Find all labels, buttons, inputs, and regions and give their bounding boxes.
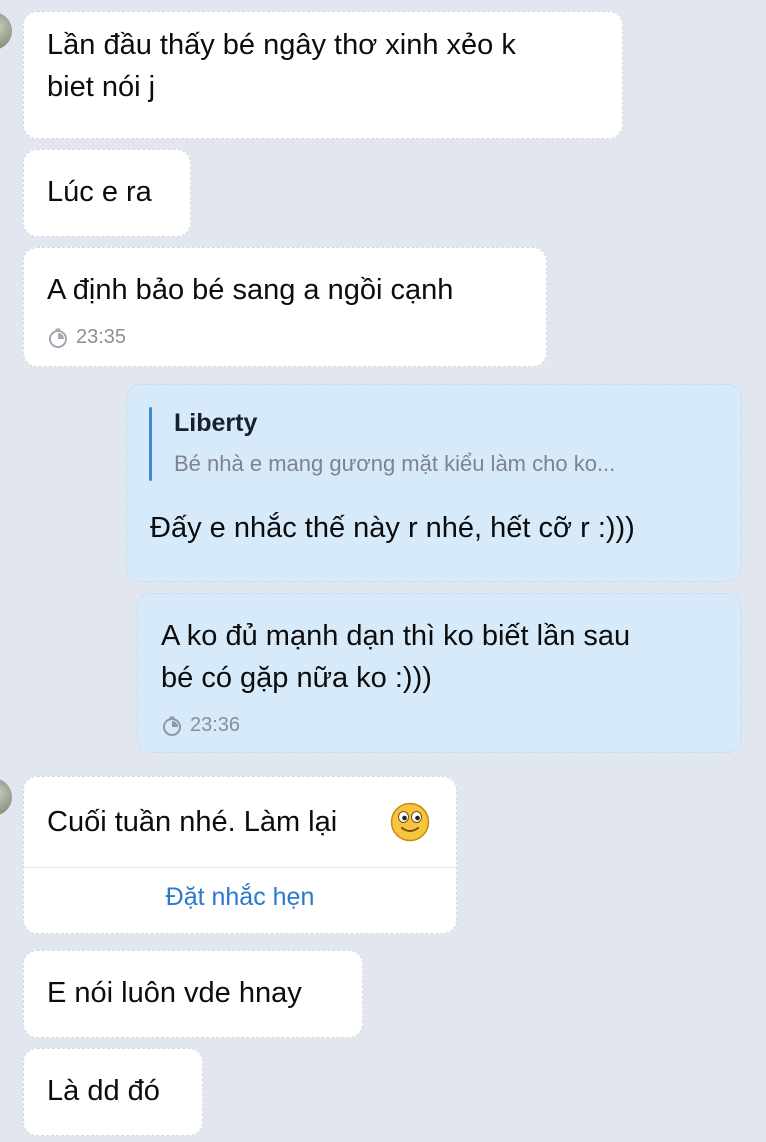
message-bubble-incoming[interactable]: Là dd đó: [23, 1048, 203, 1136]
message-text: Là dd đó: [47, 1075, 160, 1107]
message-timestamp: 23:35: [48, 326, 126, 349]
message-text: Đấy e nhắc thế này r nhé, hết cỡ r :))): [150, 512, 635, 544]
message-bubble-incoming[interactable]: Lúc e ra: [23, 149, 191, 237]
quote-bar: [149, 407, 152, 481]
smiley-emoji-icon: [390, 802, 430, 842]
sender-avatar[interactable]: [0, 12, 12, 50]
message-bubble-outgoing[interactable]: Liberty Bé nhà e mang gương mặt kiểu làm…: [126, 384, 742, 582]
message-bubble-incoming[interactable]: Lần đầu thấy bé ngây thơ xinh xẻo k biet…: [23, 11, 623, 139]
sender-avatar[interactable]: [0, 778, 12, 816]
message-text: Lúc e ra: [47, 176, 152, 208]
set-reminder-button[interactable]: Đặt nhắc hẹn: [24, 883, 456, 912]
message-text: bé có gặp nữa ko :))): [161, 662, 432, 694]
time-label: 23:35: [76, 326, 127, 348]
message-bubble-incoming[interactable]: E nói luôn vde hnay: [23, 950, 363, 1038]
message-text: Cuối tuần nhé. Làm lại: [47, 806, 338, 838]
clock-icon: [163, 716, 181, 736]
message-text: E nói luôn vde hnay: [47, 977, 302, 1009]
quote-text[interactable]: Bé nhà e mang gương mặt kiểu làm cho ko.…: [174, 451, 615, 477]
message-bubble-outgoing[interactable]: A ko đủ mạnh dạn thì ko biết lần sau bé …: [137, 593, 742, 753]
message-text: A ko đủ mạnh dạn thì ko biết lần sau: [161, 620, 631, 652]
message-text: A định bảo bé sang a ngồi cạnh: [47, 274, 454, 306]
message-text: biet nói j: [47, 71, 156, 103]
message-bubble-incoming[interactable]: A định bảo bé sang a ngồi cạnh 23:35: [23, 247, 547, 367]
message-bubble-incoming[interactable]: Cuối tuần nhé. Làm lại Đặt nhắc hẹn: [23, 776, 457, 934]
clock-icon: [49, 328, 67, 348]
message-timestamp: 23:36: [162, 714, 240, 737]
divider: [24, 867, 456, 868]
message-text: Lần đầu thấy bé ngây thơ xinh xẻo k: [47, 29, 516, 61]
quote-sender-name[interactable]: Liberty: [174, 409, 257, 438]
time-label: 23:36: [190, 714, 241, 736]
